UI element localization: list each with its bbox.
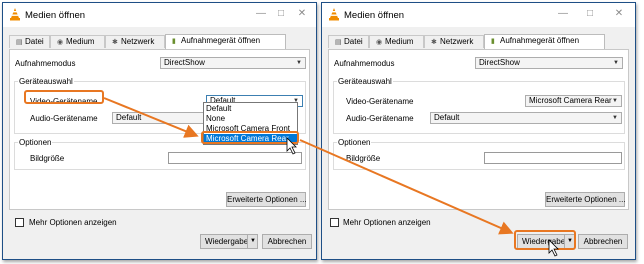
aufnahmemodus-select[interactable]: DirectShow ▼ [160, 57, 306, 69]
tab-panel: Aufnahmemodus DirectShow ▼ Geräteauswahl… [328, 49, 629, 210]
disc-icon: ◉ [57, 39, 64, 46]
mehr-optionen-label: Mehr Optionen anzeigen [343, 218, 431, 227]
minimize-icon[interactable]: — [255, 8, 267, 20]
aufnahmemodus-select[interactable]: DirectShow ▼ [475, 57, 623, 69]
tab-aufnahmegeraet[interactable]: ▮ Aufnahmegerät öffnen [165, 34, 286, 49]
capture-icon: ▮ [172, 38, 176, 45]
audio-geraetename-label: Audio-Gerätename [30, 114, 98, 123]
abbrechen-button[interactable]: Abbrechen [578, 234, 628, 249]
dropdown-option[interactable]: None [204, 114, 297, 123]
video-geraetename-label: Video-Gerätename [346, 97, 414, 106]
audio-geraetename-label: Audio-Gerätename [346, 114, 414, 123]
split-separator [247, 235, 248, 248]
optionen-label: Optionen [337, 138, 372, 147]
bildgroesse-input[interactable] [484, 152, 622, 164]
network-icon: ✱ [112, 39, 118, 46]
tab-aufnahmegeraet[interactable]: ▮ Aufnahmegerät öffnen [484, 34, 605, 49]
tab-netzwerk[interactable]: ✱ Netzwerk [424, 35, 484, 48]
title-bar: Medien öffnen — □ ✕ [322, 3, 635, 27]
chevron-down-icon: ▼ [612, 98, 618, 104]
bildgroesse-label: Bildgröße [346, 154, 381, 163]
tab-medium[interactable]: ◉ Medium [369, 35, 424, 48]
right-dialog-window: Medien öffnen — □ ✕ ▤ Datei ◉ Medium ✱ Netz… [321, 2, 636, 260]
tab-netzwerk[interactable]: ✱ Netzwerk [105, 35, 165, 48]
tab-strip: ▤ Datei ◉ Medium ✱ Netzwerk ▮ Aufnahmegerät … [9, 34, 310, 49]
tab-strip: ▤ Datei ◉ Medium ✱ Netzwerk ▮ Aufnahmegerät … [328, 34, 629, 49]
mehr-optionen-checkbox[interactable] [15, 218, 24, 227]
close-icon[interactable]: ✕ [613, 8, 625, 20]
tab-medium[interactable]: ◉ Medium [50, 35, 105, 48]
window-title: Medien öffnen [25, 10, 86, 21]
bildgroesse-label: Bildgröße [30, 154, 65, 163]
capture-icon: ▮ [491, 38, 495, 45]
aufnahmemodus-label: Aufnahmemodus [15, 59, 76, 68]
geraeteauswahl-label: Geräteauswahl [337, 77, 393, 86]
maximize-icon[interactable]: □ [584, 8, 596, 20]
audio-geraetename-select[interactable]: Default ▼ [430, 112, 622, 124]
network-icon: ✱ [431, 39, 437, 46]
bildgroesse-input[interactable] [168, 152, 302, 164]
highlight-video-label [24, 90, 104, 104]
tab-datei[interactable]: ▤ Datei [9, 35, 50, 48]
geraeteauswahl-label: Geräteauswahl [18, 77, 74, 86]
wiedergabe-button[interactable]: Wiedergabe ▼ [200, 234, 258, 249]
tab-datei[interactable]: ▤ Datei [328, 35, 369, 48]
title-bar: Medien öffnen — □ ✕ [3, 3, 316, 27]
dropdown-option[interactable]: Default [204, 104, 297, 113]
erweiterte-optionen-button[interactable]: Erweiterte Optionen ... [545, 192, 626, 207]
erweiterte-optionen-button[interactable]: Erweiterte Optionen ... [226, 192, 307, 207]
video-geraetename-select[interactable]: Microsoft Camera Rear ▼ [525, 95, 622, 107]
vlc-cone-icon [10, 8, 20, 21]
mehr-optionen-checkbox[interactable] [330, 218, 339, 227]
window-title: Medien öffnen [344, 10, 405, 21]
highlight-camera-rear-option [201, 131, 299, 144]
vlc-cone-icon [329, 8, 339, 21]
chevron-down-icon[interactable]: ▼ [250, 235, 256, 248]
chevron-down-icon: ▼ [296, 60, 302, 66]
highlight-wiedergabe-button [514, 230, 576, 250]
geraeteauswahl-group [333, 81, 625, 134]
optionen-label: Optionen [18, 138, 53, 147]
abbrechen-button[interactable]: Abbrechen [262, 234, 312, 249]
mehr-optionen-label: Mehr Optionen anzeigen [29, 218, 117, 227]
maximize-icon[interactable]: □ [275, 8, 287, 20]
minimize-icon[interactable]: — [557, 8, 569, 20]
disc-icon: ◉ [376, 39, 383, 46]
chevron-down-icon: ▼ [613, 60, 619, 66]
audio-geraetename-select[interactable]: Default [112, 112, 212, 124]
aufnahmemodus-label: Aufnahmemodus [334, 59, 395, 68]
file-icon: ▤ [16, 39, 23, 46]
file-icon: ▤ [335, 39, 342, 46]
close-icon[interactable]: ✕ [296, 8, 308, 20]
chevron-down-icon: ▼ [612, 115, 618, 121]
